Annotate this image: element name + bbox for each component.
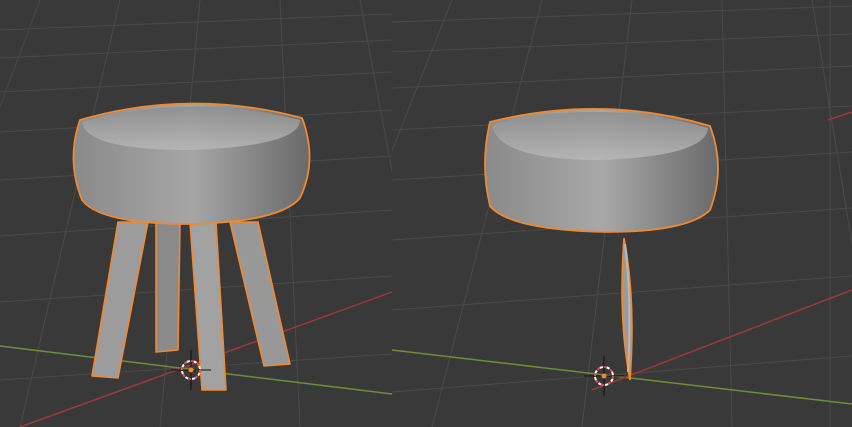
left-viewport-canvas[interactable] [0, 0, 392, 427]
blender-3d-viewports [0, 0, 852, 427]
stool-leg-single[interactable] [621, 237, 633, 381]
stool-seat[interactable] [484, 108, 719, 233]
stool-seat[interactable] [72, 102, 311, 225]
stool-leg-front-left [91, 221, 149, 379]
x-axis-line-far [827, 111, 852, 121]
stool-leg-front-right [229, 221, 291, 367]
stool-leg-front-center [189, 221, 227, 391]
right-viewport[interactable] [392, 0, 852, 427]
stool-leg-back-left [155, 221, 181, 353]
right-viewport-canvas[interactable] [392, 0, 852, 427]
left-viewport[interactable] [0, 0, 392, 427]
y-axis-line [392, 349, 852, 405]
